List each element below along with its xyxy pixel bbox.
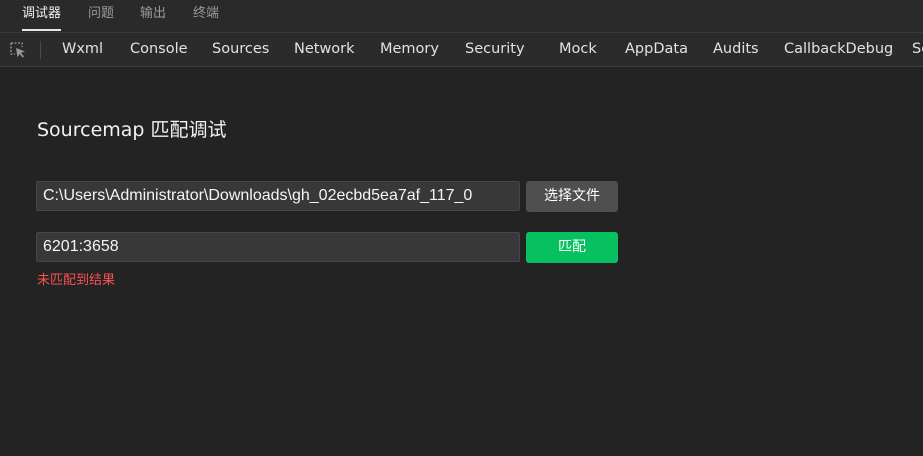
panel-tab-console[interactable]: Console <box>130 33 188 66</box>
panel-tab-network[interactable]: Network <box>294 33 355 66</box>
tab-output[interactable]: 输出 <box>140 0 166 32</box>
devtools-panel-tabs: Wxml Console Sources Network Memory Secu… <box>0 33 923 67</box>
panel-tab-audits[interactable]: Audits <box>713 33 759 66</box>
top-tab-bar: 调试器 问题 输出 终端 <box>0 0 923 33</box>
page-title: Sourcemap 匹配调试 <box>37 119 227 141</box>
panel-tab-callbackdebug[interactable]: CallbackDebug <box>784 33 893 66</box>
match-result-message: 未匹配到结果 <box>37 273 116 288</box>
tab-terminal-label: 终端 <box>193 6 220 21</box>
panel-tab-security[interactable]: Security <box>465 33 525 66</box>
file-path-input[interactable] <box>36 181 520 211</box>
panel-tab-wxml[interactable]: Wxml <box>62 33 103 66</box>
tab-terminal[interactable]: 终端 <box>193 0 219 32</box>
match-button[interactable]: 匹配 <box>526 232 618 263</box>
element-picker-icon[interactable] <box>8 40 28 60</box>
tab-problems-label: 问题 <box>88 6 115 21</box>
choose-file-button[interactable]: 选择文件 <box>526 181 618 212</box>
panel-tab-overflow[interactable]: Se <box>912 33 923 66</box>
devtools-window: 调试器 问题 输出 终端 Wxml Console Sources Networ… <box>0 0 923 456</box>
panel-tab-appdata[interactable]: AppData <box>625 33 688 66</box>
panel-tab-mock[interactable]: Mock <box>559 33 597 66</box>
tab-debugger-label: 调试器 <box>22 6 62 21</box>
panel-tab-sources[interactable]: Sources <box>212 33 269 66</box>
panel-tab-memory[interactable]: Memory <box>380 33 439 66</box>
panel-divider <box>40 41 41 59</box>
line-column-input[interactable] <box>36 232 520 262</box>
tab-problems[interactable]: 问题 <box>88 0 114 32</box>
active-tab-indicator <box>22 29 62 31</box>
tab-output-label: 输出 <box>140 6 167 21</box>
tab-debugger[interactable]: 调试器 <box>22 0 62 32</box>
